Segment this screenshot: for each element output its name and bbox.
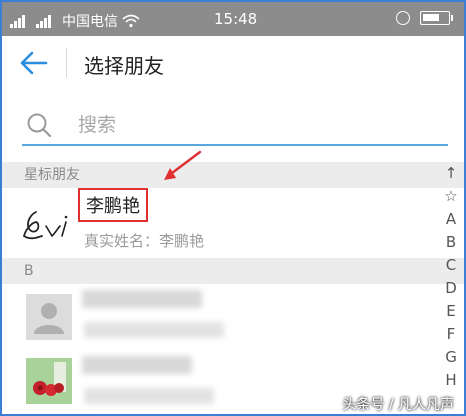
starred-contact-real-name: 真实姓名：李鹏艳 (84, 232, 205, 250)
avatar-photo (26, 358, 72, 404)
index-h[interactable]: H (440, 369, 462, 392)
carrier-name: 中国电信 (62, 14, 118, 30)
watermark-text: 头条号 / 凡人凡声 (342, 397, 454, 413)
index-d[interactable]: D (440, 277, 462, 300)
default-avatar-icon (26, 294, 72, 340)
page-title: 选择朋友 (84, 54, 164, 78)
index-up[interactable]: ↑ (440, 162, 462, 185)
flower-photo-icon (26, 358, 72, 404)
signature-avatar (22, 211, 68, 240)
signal-icon-2 (36, 14, 58, 28)
alarm-icon (396, 11, 410, 25)
status-left: 中国电信 (10, 11, 140, 31)
blurred-name (82, 356, 192, 374)
blurred-real-name (84, 388, 214, 404)
index-b[interactable]: B (440, 231, 462, 254)
section-header-b: B (2, 258, 464, 284)
status-time: 15:48 (214, 10, 258, 28)
index-f[interactable]: F (440, 323, 462, 346)
signal-icon (10, 14, 32, 28)
battery-icon (420, 11, 453, 25)
index-g[interactable]: G (440, 346, 462, 369)
search-input[interactable] (78, 110, 378, 140)
starred-contact-name: 李鹏艳 (78, 188, 148, 222)
status-bar: 中国电信 15:48 (2, 2, 464, 36)
section-header-starred: 星标朋友 (2, 162, 464, 188)
avatar (26, 294, 72, 340)
blurred-name (82, 290, 202, 308)
header-divider (66, 48, 67, 78)
annotation-arrow-icon (164, 150, 202, 180)
index-a[interactable]: A (440, 208, 462, 231)
back-arrow-icon[interactable] (20, 50, 48, 76)
header-bar: 选择朋友 (2, 36, 464, 90)
index-star[interactable]: ☆ (440, 185, 462, 208)
blurred-real-name (84, 322, 224, 338)
wifi-icon (122, 14, 140, 28)
contact-row-blurred-1[interactable] (2, 284, 432, 346)
search-icon (27, 113, 52, 138)
index-c[interactable]: C (440, 254, 462, 277)
search-bar[interactable] (22, 106, 448, 146)
screen-frame: 中国电信 15:48 选择朋友 星标朋友 (0, 0, 466, 416)
index-e[interactable]: E (440, 300, 462, 323)
status-right (396, 11, 453, 25)
contact-row-starred[interactable]: 李鹏艳 真实姓名：李鹏艳 (2, 188, 432, 254)
watermark: 头条号 / 凡人凡声 (342, 394, 454, 414)
alphabet-index-bar[interactable]: ↑ ☆ A B C D E F G H (440, 162, 462, 392)
